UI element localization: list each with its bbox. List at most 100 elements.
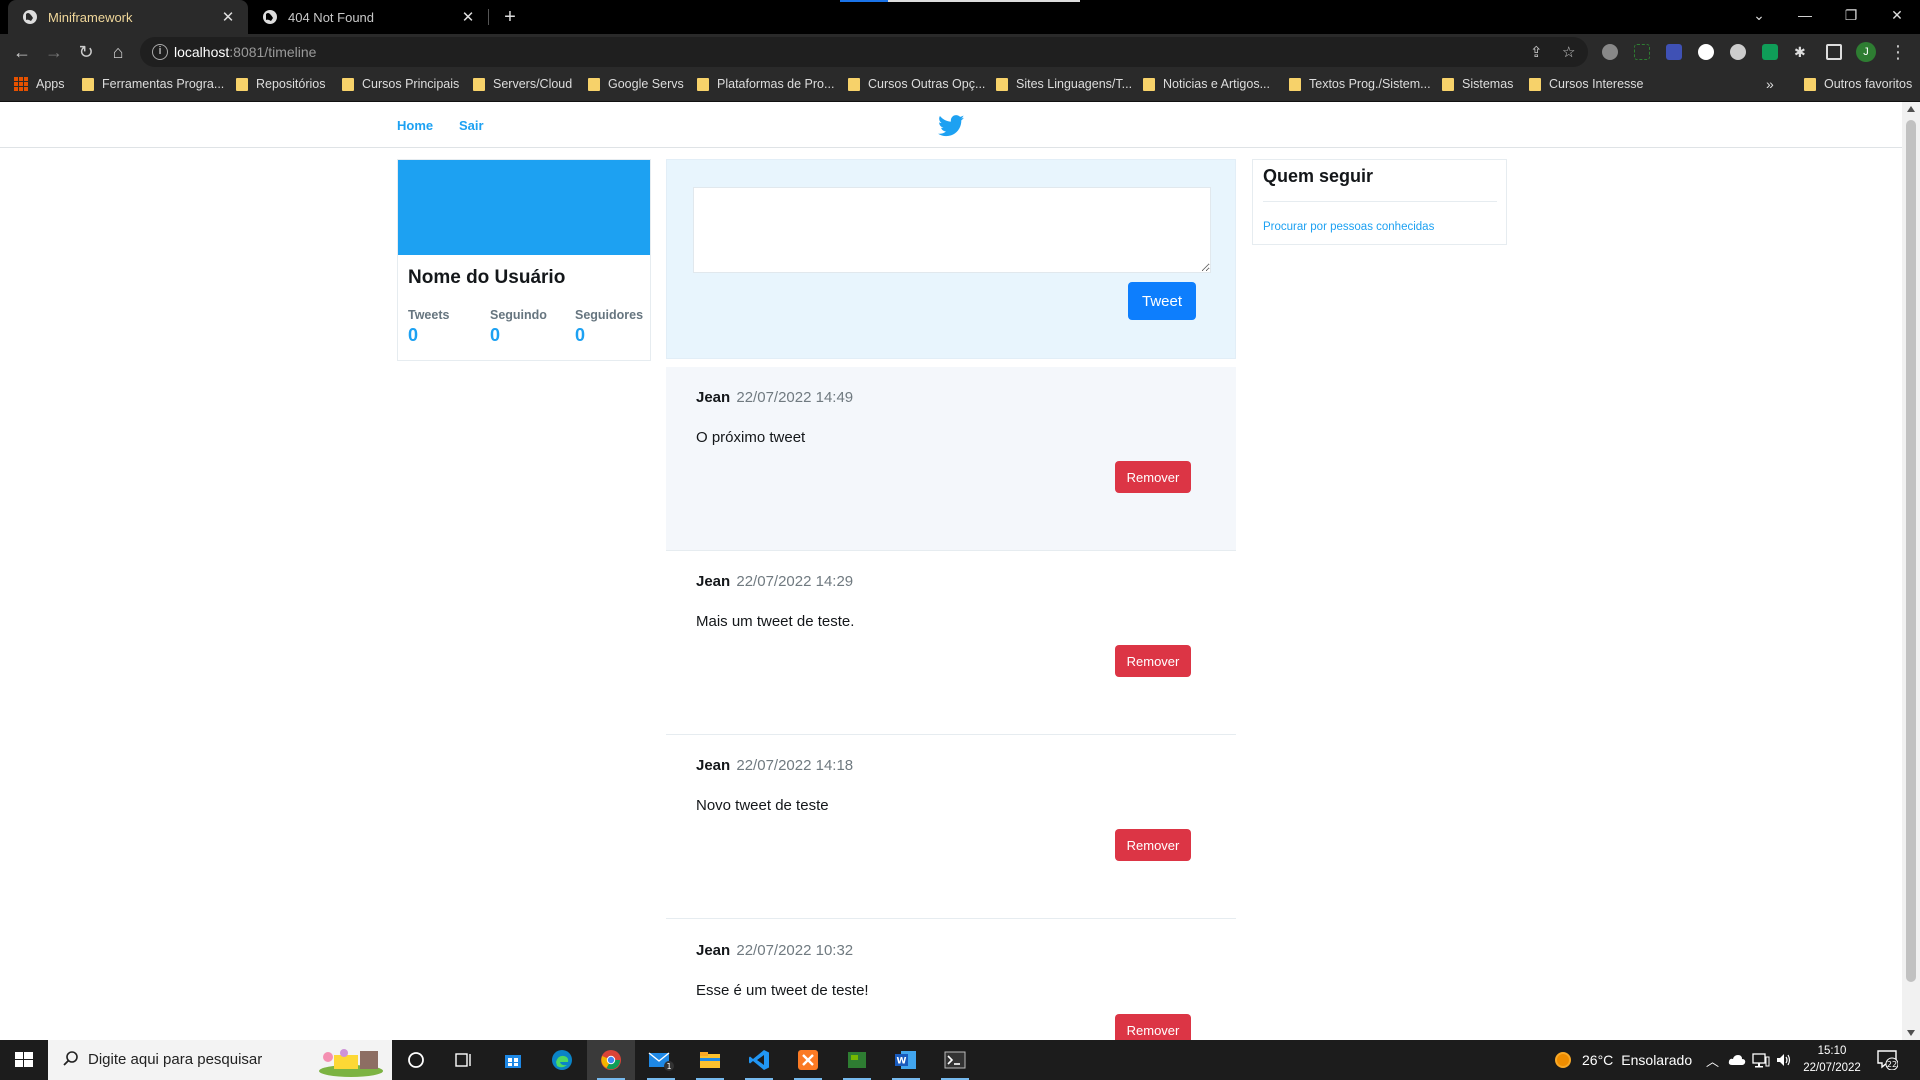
scrollbar-thumb[interactable]	[1906, 120, 1916, 982]
extension-capture-icon[interactable]	[1634, 44, 1650, 60]
browser-tab-bar: Miniframework ✕ 404 Not Found ✕ + ⌄ — ❐ …	[0, 0, 1920, 34]
mail-icon[interactable]: 1	[637, 1040, 685, 1080]
browser-toolbar: ← → ↻ ⌂ i localhost:8081/timeline ⇪ ☆ ✱ …	[0, 34, 1920, 70]
notification-count: 22	[1887, 1060, 1897, 1069]
bookmark-folder[interactable]: Cursos Principais	[342, 77, 459, 91]
browser-tab-miniframework[interactable]: Miniframework ✕	[8, 0, 248, 34]
remove-tweet-button[interactable]: Remover	[1115, 645, 1191, 677]
bookmark-folder[interactable]: Sites Linguagens/T...	[996, 77, 1132, 91]
bookmark-folder[interactable]: Textos Prog./Sistem...	[1289, 77, 1431, 91]
site-info-icon[interactable]: i	[152, 44, 168, 60]
tab-search-icon[interactable]: ⌄	[1736, 0, 1782, 30]
weather-widget[interactable]: 26°C Ensolarado	[1554, 1040, 1692, 1080]
windows-taskbar: Digite aqui para pesquisar 1 W 26°C Enso…	[0, 1040, 1920, 1080]
stat-following[interactable]: Seguindo 0	[490, 308, 547, 346]
network-icon[interactable]	[1752, 1040, 1770, 1080]
bookmark-apps[interactable]: Apps	[14, 77, 65, 91]
reload-icon[interactable]: ↻	[72, 38, 100, 66]
chrome-icon[interactable]	[587, 1040, 635, 1080]
remove-tweet-button[interactable]: Remover	[1115, 1014, 1191, 1040]
extension-green-icon[interactable]	[1762, 44, 1778, 60]
nav-home-link[interactable]: Home	[397, 118, 433, 133]
taskbar-search[interactable]: Digite aqui para pesquisar	[48, 1040, 392, 1080]
twitter-bird-icon[interactable]	[938, 115, 965, 137]
profile-avatar[interactable]: J	[1856, 42, 1876, 62]
forward-arrow-icon[interactable]: →	[40, 38, 68, 66]
browser-tab-404[interactable]: 404 Not Found ✕	[248, 0, 488, 34]
extensions-puzzle-icon[interactable]: ✱	[1794, 44, 1810, 60]
minimize-button[interactable]: —	[1782, 0, 1828, 30]
system-clock[interactable]: 15:10 22/07/2022	[1800, 1043, 1864, 1077]
bookmark-folder[interactable]: Google Servs	[588, 77, 684, 91]
show-hidden-icons-chevron-icon[interactable]: ︿	[1706, 1040, 1719, 1080]
address-bar[interactable]: i localhost:8081/timeline ⇪ ☆	[140, 37, 1588, 67]
cortana-icon[interactable]	[392, 1040, 440, 1080]
home-icon[interactable]: ⌂	[104, 38, 132, 66]
bookmark-star-icon[interactable]: ☆	[1562, 43, 1575, 61]
new-tab-button[interactable]: +	[496, 3, 524, 31]
notification-center-icon[interactable]: 22	[1876, 1048, 1898, 1070]
tweet-date: 22/07/2022 14:49	[736, 389, 854, 406]
share-icon[interactable]: ⇪	[1530, 43, 1543, 61]
stat-followers[interactable]: Seguidores 0	[575, 308, 643, 346]
scroll-down-arrow-icon[interactable]	[1907, 1030, 1915, 1036]
bookmark-folder[interactable]: Cursos Outras Opç...	[848, 77, 985, 91]
back-arrow-icon[interactable]: ←	[8, 38, 36, 66]
extension-gear-icon[interactable]	[1602, 44, 1618, 60]
bookmark-folder[interactable]: Repositórios	[236, 77, 325, 91]
task-view-icon[interactable]	[440, 1040, 488, 1080]
divider	[1263, 201, 1497, 202]
terminal-icon[interactable]	[931, 1040, 979, 1080]
close-tab-icon[interactable]: ✕	[216, 8, 240, 26]
tweet-meta: Jean 22/07/2022 10:32	[696, 942, 853, 959]
close-window-button[interactable]: ✕	[1874, 0, 1920, 30]
folder-icon	[1442, 77, 1454, 91]
tweet-item: Jean 22/07/2022 14:29 Mais um tweet de t…	[666, 551, 1236, 735]
sun-icon	[1555, 1052, 1571, 1068]
side-panel-icon[interactable]	[1826, 44, 1842, 60]
windows-start-icon[interactable]	[0, 1040, 48, 1080]
bookmark-folder[interactable]: Servers/Cloud	[473, 77, 572, 91]
extension-blue-icon[interactable]	[1666, 44, 1682, 60]
search-placeholder: Digite aqui para pesquisar	[88, 1051, 263, 1068]
extension-react-icon[interactable]	[1730, 44, 1746, 60]
bookmark-folder[interactable]: Ferramentas Progra...	[82, 77, 224, 91]
bookmark-other-favorites[interactable]: Outros favoritos	[1804, 77, 1912, 91]
tweet-author[interactable]: Jean	[696, 573, 730, 590]
onedrive-cloud-icon[interactable]	[1728, 1040, 1746, 1080]
menu-kebab-icon[interactable]: ⋮	[1884, 38, 1912, 66]
weather-temperature: 26°C	[1582, 1052, 1614, 1068]
close-tab-icon[interactable]: ✕	[456, 8, 480, 26]
clock-date: 22/07/2022	[1803, 1062, 1861, 1074]
clock-time: 15:10	[1817, 1045, 1847, 1057]
page-scrollbar[interactable]	[1902, 102, 1920, 1040]
edge-icon[interactable]	[538, 1040, 586, 1080]
search-people-link[interactable]: Procurar por pessoas conhecidas	[1263, 221, 1434, 233]
file-explorer-icon[interactable]	[686, 1040, 734, 1080]
tweet-author[interactable]: Jean	[696, 757, 730, 774]
tweet-author[interactable]: Jean	[696, 942, 730, 959]
tweet-author[interactable]: Jean	[696, 389, 730, 406]
xampp-icon[interactable]	[784, 1040, 832, 1080]
store-icon[interactable]	[489, 1040, 537, 1080]
remove-tweet-button[interactable]: Remover	[1115, 461, 1191, 493]
word-icon[interactable]: W	[882, 1040, 930, 1080]
tweet-button[interactable]: Tweet	[1128, 282, 1196, 320]
stat-tweets[interactable]: Tweets 0	[408, 308, 449, 346]
bookmark-folder[interactable]: Plataformas de Pro...	[697, 77, 834, 91]
nav-logout-link[interactable]: Sair	[459, 118, 484, 133]
restore-button[interactable]: ❐	[1828, 0, 1874, 30]
profile-banner	[398, 160, 650, 255]
nvidia-app-icon[interactable]	[833, 1040, 881, 1080]
who-to-follow-title: Quem seguir	[1263, 166, 1374, 186]
vscode-icon[interactable]	[735, 1040, 783, 1080]
scroll-up-arrow-icon[interactable]	[1907, 106, 1915, 112]
bookmark-folder[interactable]: Sistemas	[1442, 77, 1513, 91]
bookmark-folder[interactable]: Cursos Interesse	[1529, 77, 1643, 91]
extension-circle-icon[interactable]	[1698, 44, 1714, 60]
remove-tweet-button[interactable]: Remover	[1115, 829, 1191, 861]
volume-icon[interactable]	[1776, 1040, 1792, 1080]
bookmark-folder[interactable]: Noticias e Artigos...	[1143, 77, 1270, 91]
more-bookmarks-button[interactable]: »	[1766, 76, 1774, 92]
tweet-textarea[interactable]	[693, 187, 1211, 273]
